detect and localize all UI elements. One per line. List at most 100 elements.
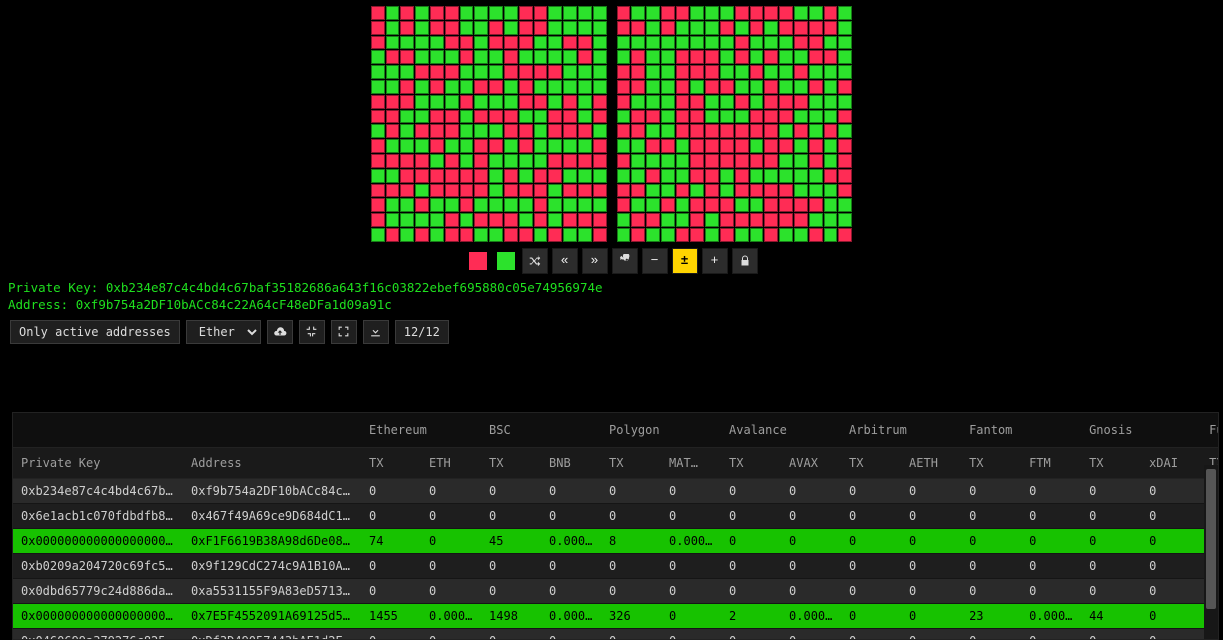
bit-cell[interactable] (489, 65, 503, 79)
bit-cell[interactable] (646, 36, 660, 50)
bit-cell[interactable] (563, 65, 577, 79)
bit-cell[interactable] (838, 95, 852, 109)
bit-grid-left[interactable] (371, 6, 607, 242)
bit-cell[interactable] (794, 65, 808, 79)
bit-cell[interactable] (824, 169, 838, 183)
bit-cell[interactable] (578, 124, 592, 138)
bit-cell[interactable] (400, 110, 414, 124)
minus-button[interactable]: − (642, 248, 668, 274)
bit-cell[interactable] (794, 80, 808, 94)
bit-cell[interactable] (735, 184, 749, 198)
bit-cell[interactable] (415, 95, 429, 109)
bit-cell[interactable] (534, 139, 548, 153)
bit-cell[interactable] (750, 228, 764, 242)
bit-cell[interactable] (631, 6, 645, 20)
bit-cell[interactable] (445, 213, 459, 227)
bit-cell[interactable] (548, 80, 562, 94)
bit-cell[interactable] (764, 169, 778, 183)
bit-cell[interactable] (578, 198, 592, 212)
search-button[interactable] (612, 248, 638, 274)
bit-cell[interactable] (838, 169, 852, 183)
bit-cell[interactable] (563, 228, 577, 242)
column-header[interactable]: AVAX (781, 448, 841, 479)
bit-cell[interactable] (460, 110, 474, 124)
bit-cell[interactable] (631, 184, 645, 198)
lock-button[interactable] (732, 248, 758, 274)
bit-cell[interactable] (563, 139, 577, 153)
bit-cell[interactable] (563, 213, 577, 227)
bit-cell[interactable] (676, 169, 690, 183)
bit-cell[interactable] (445, 184, 459, 198)
bit-cell[interactable] (661, 184, 675, 198)
bit-cell[interactable] (676, 36, 690, 50)
bit-cell[interactable] (764, 95, 778, 109)
bit-cell[interactable] (400, 6, 414, 20)
plusminus-button[interactable]: ± (672, 248, 698, 274)
download-button[interactable] (363, 320, 389, 344)
last-button[interactable]: » (582, 248, 608, 274)
bit-cell[interactable] (690, 50, 704, 64)
bit-cell[interactable] (661, 198, 675, 212)
bit-cell[interactable] (371, 228, 385, 242)
bit-cell[interactable] (386, 139, 400, 153)
bit-cell[interactable] (617, 154, 631, 168)
bit-cell[interactable] (824, 21, 838, 35)
bit-cell[interactable] (548, 139, 562, 153)
bit-cell[interactable] (750, 6, 764, 20)
bit-cell[interactable] (519, 139, 533, 153)
bit-cell[interactable] (809, 21, 823, 35)
bit-cell[interactable] (445, 36, 459, 50)
bit-cell[interactable] (548, 95, 562, 109)
bit-cell[interactable] (779, 169, 793, 183)
bit-cell[interactable] (794, 50, 808, 64)
bit-cell[interactable] (430, 50, 444, 64)
bit-cell[interactable] (824, 95, 838, 109)
bit-cell[interactable] (386, 228, 400, 242)
bit-cell[interactable] (617, 139, 631, 153)
table-row[interactable]: 0x6e1acb1c070fdbdfb80a2a1…0x467f49A69ce9… (13, 504, 1219, 529)
bit-cell[interactable] (824, 228, 838, 242)
bit-cell[interactable] (415, 139, 429, 153)
bit-cell[interactable] (646, 213, 660, 227)
bit-cell[interactable] (593, 95, 607, 109)
table-row[interactable]: 0x0dbd65779c24d886da0ef96…0xa5531155F9A8… (13, 579, 1219, 604)
bit-cell[interactable] (460, 213, 474, 227)
bit-cell[interactable] (705, 213, 719, 227)
bit-cell[interactable] (676, 154, 690, 168)
column-header[interactable]: TX (721, 448, 781, 479)
bit-cell[interactable] (504, 36, 518, 50)
vertical-scrollbar[interactable] (1204, 465, 1218, 639)
column-header[interactable]: FTM (1021, 448, 1081, 479)
bit-cell[interactable] (720, 65, 734, 79)
bit-cell[interactable] (690, 110, 704, 124)
bit-cell[interactable] (764, 184, 778, 198)
bit-cell[interactable] (631, 139, 645, 153)
bit-cell[interactable] (646, 124, 660, 138)
bit-cell[interactable] (838, 228, 852, 242)
bit-cell[interactable] (489, 213, 503, 227)
bit-cell[interactable] (430, 213, 444, 227)
bit-cell[interactable] (720, 213, 734, 227)
bit-cell[interactable] (720, 110, 734, 124)
bit-cell[interactable] (779, 110, 793, 124)
scrollbar-thumb[interactable] (1206, 469, 1216, 609)
column-header[interactable]: MAT… (661, 448, 721, 479)
bit-cell[interactable] (631, 213, 645, 227)
bit-cell[interactable] (474, 169, 488, 183)
column-header[interactable]: ETH (421, 448, 481, 479)
bit-cell[interactable] (809, 95, 823, 109)
bit-cell[interactable] (809, 228, 823, 242)
bit-cell[interactable] (779, 139, 793, 153)
bit-cell[interactable] (764, 50, 778, 64)
bit-cell[interactable] (548, 65, 562, 79)
only-active-button[interactable]: Only active addresses (10, 320, 180, 344)
bit-cell[interactable] (474, 80, 488, 94)
bit-cell[interactable] (690, 228, 704, 242)
bit-cell[interactable] (809, 65, 823, 79)
bit-cell[interactable] (690, 95, 704, 109)
bit-cell[interactable] (445, 95, 459, 109)
bit-cell[interactable] (460, 80, 474, 94)
bit-cell[interactable] (661, 95, 675, 109)
bit-cell[interactable] (676, 50, 690, 64)
bit-cell[interactable] (578, 65, 592, 79)
